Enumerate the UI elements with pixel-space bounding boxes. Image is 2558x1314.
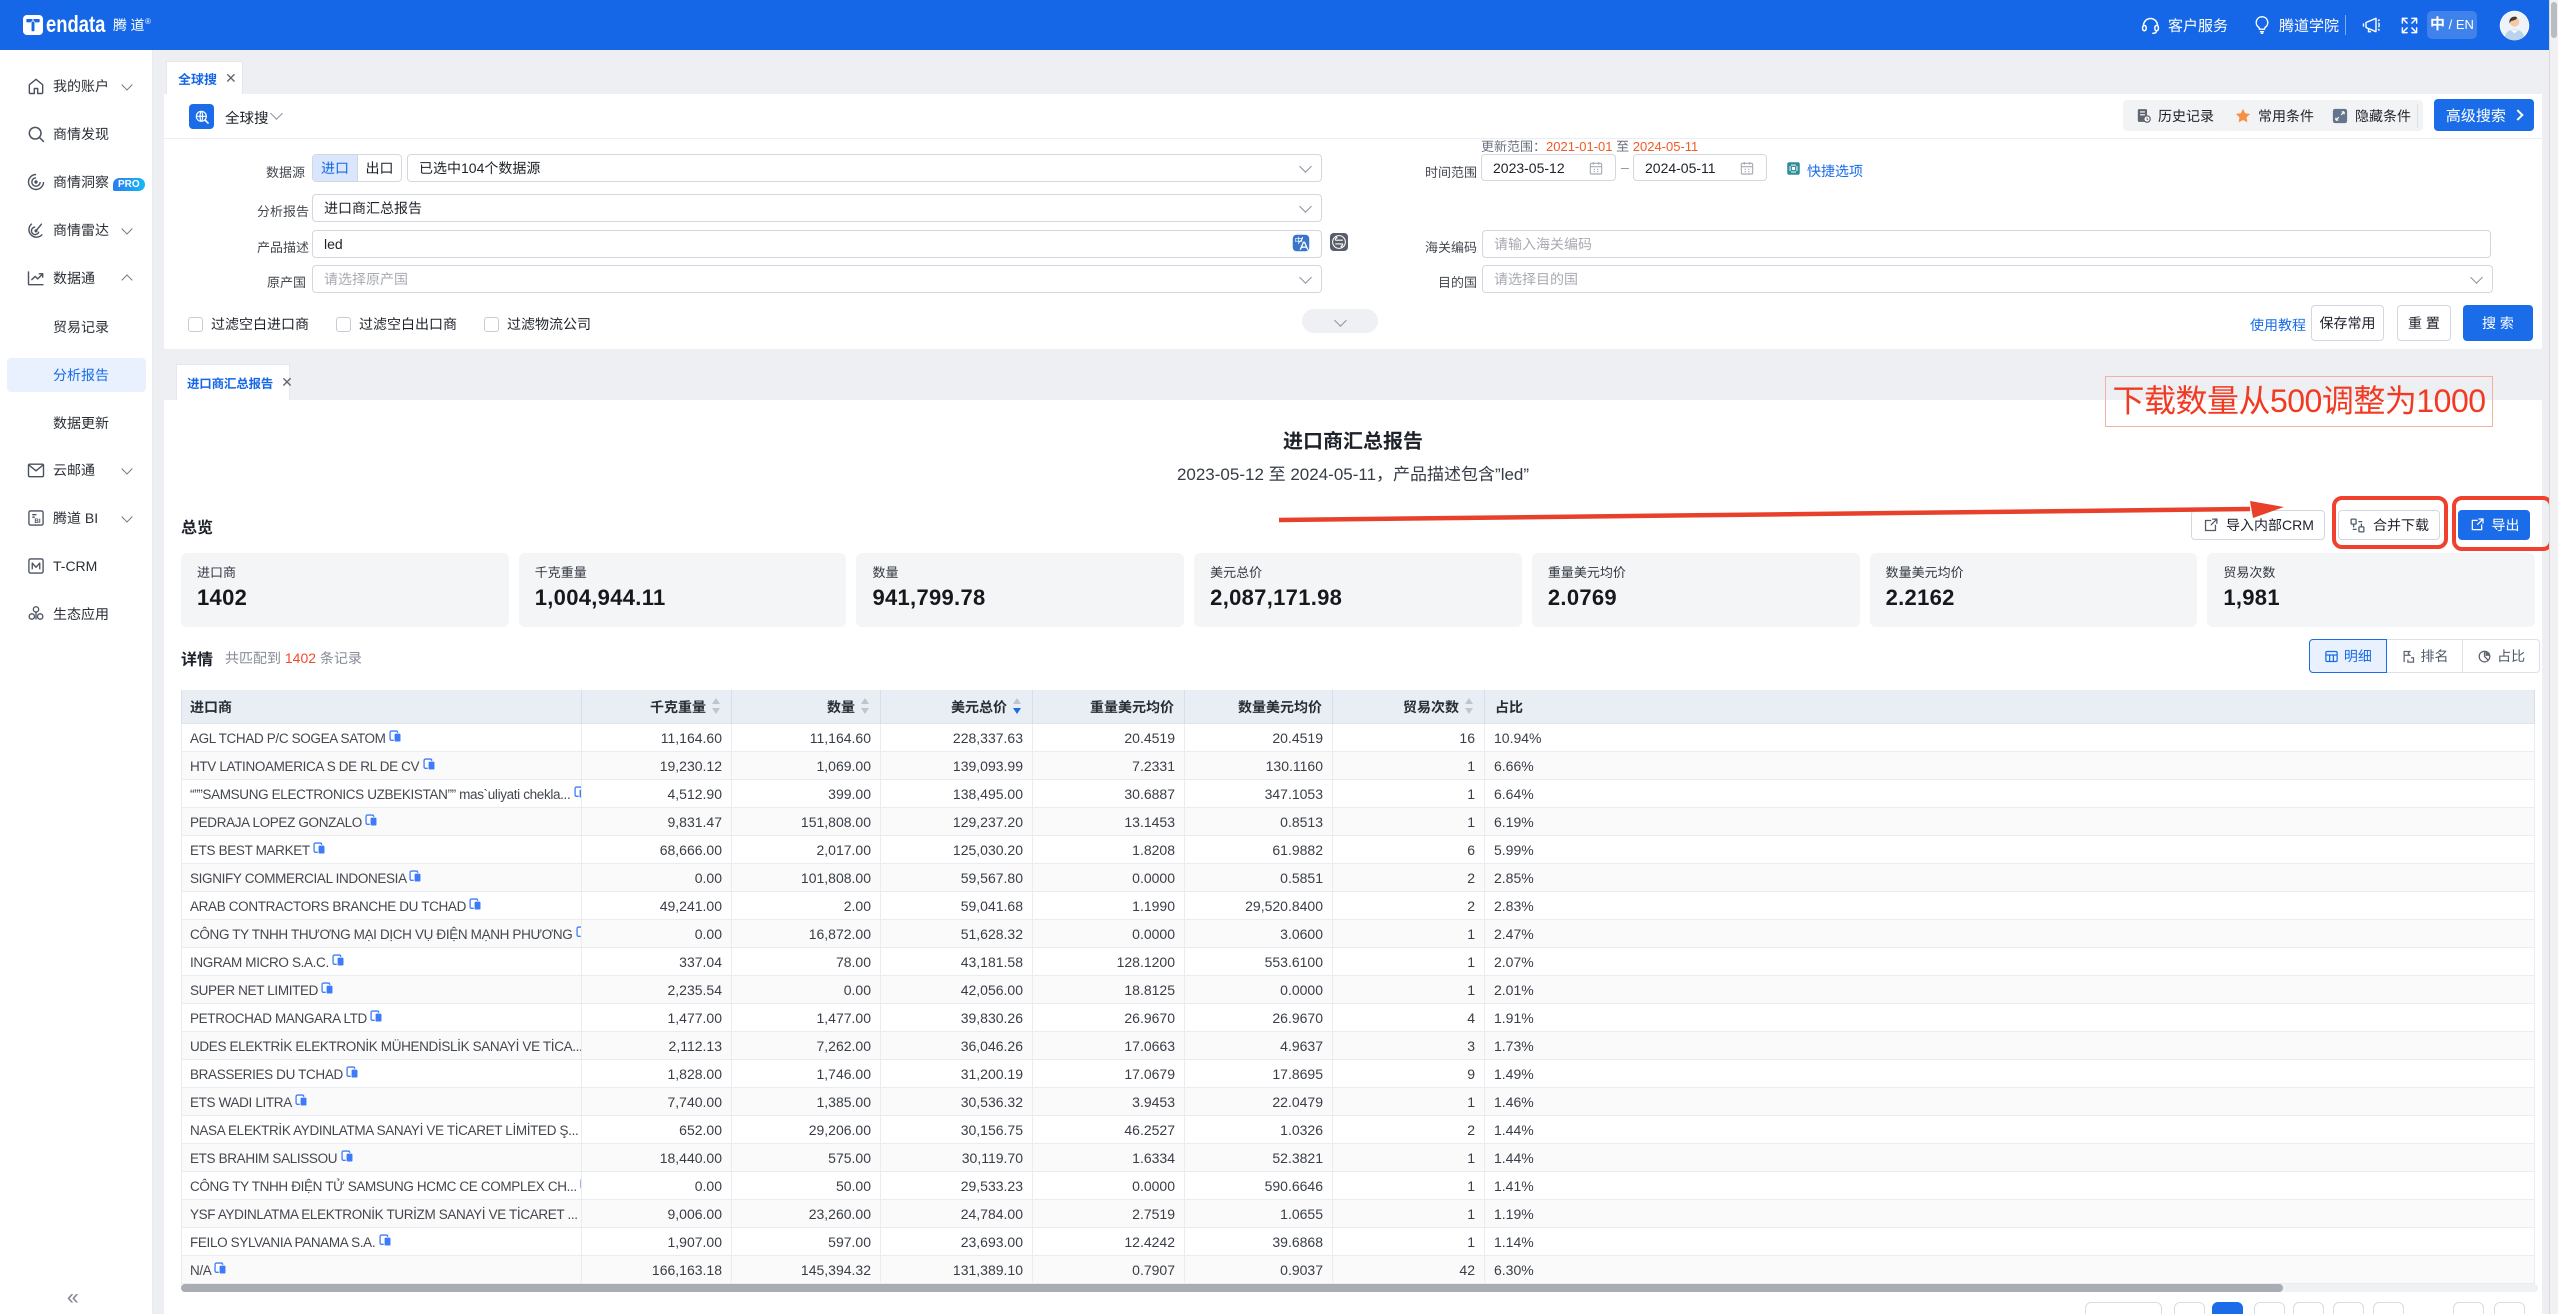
svg-text:BI: BI <box>34 518 41 525</box>
